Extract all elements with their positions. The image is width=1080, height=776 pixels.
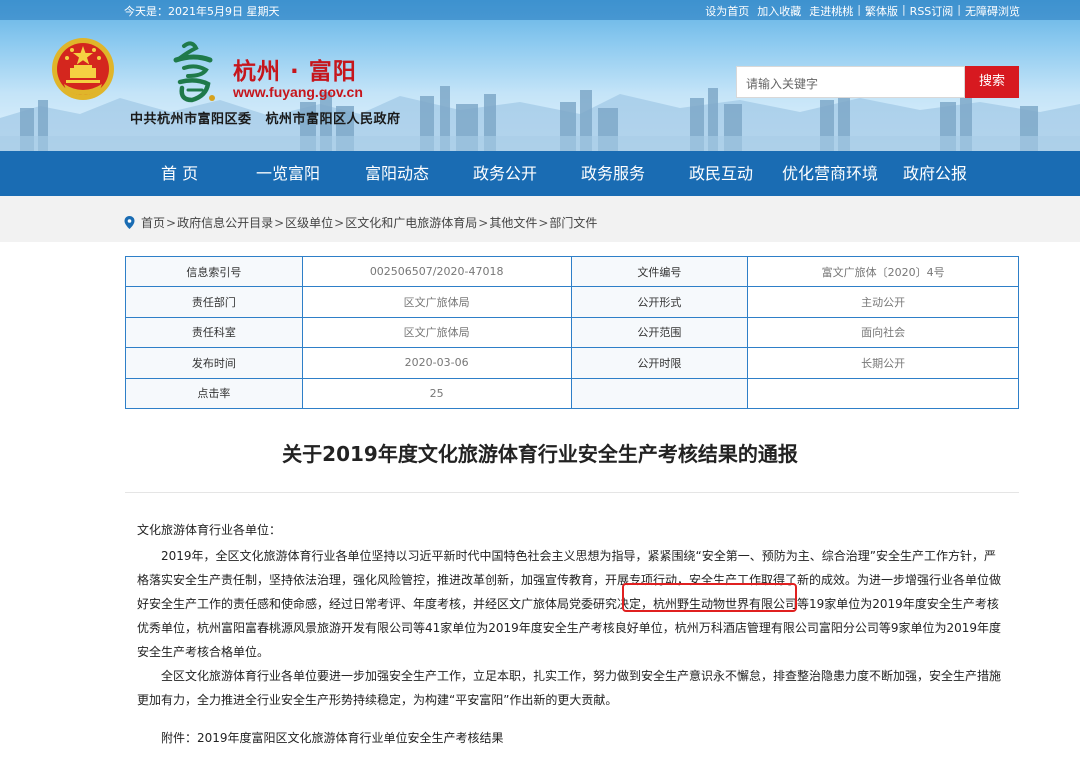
location-pin-icon bbox=[124, 216, 135, 229]
info-value: 2020-03-06 bbox=[302, 348, 571, 378]
title-divider bbox=[125, 492, 1019, 493]
mascot-link[interactable]: 走进桃桃 bbox=[809, 3, 853, 19]
info-key: 公开范围 bbox=[571, 317, 748, 347]
breadcrumb-home[interactable]: 首页 bbox=[141, 214, 165, 231]
info-value: 长期公开 bbox=[748, 348, 1019, 378]
breadcrumb-info-catalog[interactable]: 政府信息公开目录 bbox=[177, 214, 273, 231]
nav-news[interactable]: 富阳动态 bbox=[365, 151, 429, 196]
nav-interaction[interactable]: 政民互动 bbox=[689, 151, 753, 196]
table-row: 信息索引号 002506507/2020-47018 文件编号 富文广旅体〔20… bbox=[126, 257, 1019, 287]
breadcrumb-other-files[interactable]: 其他文件 bbox=[489, 214, 537, 231]
breadcrumb-bar: 首页 > 政府信息公开目录 > 区级单位 > 区文化和广电旅游体育局 > 其他文… bbox=[0, 196, 1080, 242]
info-key: 公开时限 bbox=[571, 348, 748, 378]
table-row: 点击率 25 bbox=[126, 378, 1019, 408]
salutation: 文化旅游体育行业各单位： bbox=[137, 518, 1007, 542]
info-key: 文件编号 bbox=[571, 257, 748, 287]
party-committee-name: 中共杭州市富阳区委 bbox=[130, 112, 252, 127]
breadcrumb-culture-bureau[interactable]: 区文化和广电旅游体育局 bbox=[345, 214, 477, 231]
add-favorite-link[interactable]: 加入收藏 bbox=[757, 3, 801, 19]
site-url: www.fuyang.gov.cn bbox=[233, 84, 363, 100]
national-emblem-icon bbox=[50, 36, 116, 102]
nav-overview[interactable]: 一览富阳 bbox=[256, 151, 320, 196]
info-value bbox=[748, 378, 1019, 408]
document-body: 文化旅游体育行业各单位： 2019年，全区文化旅游体育行业各单位坚持以习近平新时… bbox=[137, 518, 1007, 712]
info-value: 区文广旅体局 bbox=[302, 317, 571, 347]
current-date: 今天是：2021年5月9日 星期天 bbox=[124, 3, 280, 19]
government-name: 中共杭州市富阳区委杭州市富阳区人民政府 bbox=[130, 108, 401, 127]
fuyang-calligraphy-logo bbox=[166, 38, 224, 108]
accessibility-link[interactable]: 无障碍浏览 bbox=[965, 3, 1020, 19]
paragraph-2: 全区文化旅游体育行业各单位要进一步加强安全生产工作，立足本职，扎实工作，努力做到… bbox=[137, 664, 1007, 712]
info-value: 面向社会 bbox=[748, 317, 1019, 347]
breadcrumb-dept-files[interactable]: 部门文件 bbox=[549, 214, 597, 231]
document-title: 关于2019年度文化旅游体育行业安全生产考核结果的通报 bbox=[0, 438, 1080, 467]
table-row: 责任科室 区文广旅体局 公开范围 面向社会 bbox=[126, 317, 1019, 347]
info-value: 主动公开 bbox=[748, 287, 1019, 317]
search-button[interactable]: 搜索 bbox=[965, 66, 1019, 98]
nav-business-environment[interactable]: 优化营商环境 bbox=[782, 151, 878, 196]
table-row: 发布时间 2020-03-06 公开时限 长期公开 bbox=[126, 348, 1019, 378]
nav-gazette[interactable]: 政府公报 bbox=[903, 151, 967, 196]
table-row: 责任部门 区文广旅体局 公开形式 主动公开 bbox=[126, 287, 1019, 317]
info-key: 公开形式 bbox=[571, 287, 748, 317]
site-header: 今天是：2021年5月9日 星期天 设为首页 加入收藏 走进桃桃 | 繁体版 |… bbox=[0, 0, 1080, 151]
info-value: 富文广旅体〔2020〕4号 bbox=[748, 257, 1019, 287]
search-input[interactable]: 请输入关键字 bbox=[736, 66, 965, 98]
info-value: 002506507/2020-47018 bbox=[302, 257, 571, 287]
red-highlight-annotation bbox=[622, 583, 797, 612]
paragraph-1: 2019年，全区文化旅游体育行业各单位坚持以习近平新时代中国特色社会主义思想为指… bbox=[137, 544, 1007, 664]
info-value: 区文广旅体局 bbox=[302, 287, 571, 317]
document-info-table: 信息索引号 002506507/2020-47018 文件编号 富文广旅体〔20… bbox=[125, 256, 1019, 409]
top-links: 设为首页 加入收藏 走进桃桃 | 繁体版 | RSS订阅 | 无障碍浏览 bbox=[705, 3, 1020, 19]
set-homepage-link[interactable]: 设为首页 bbox=[705, 3, 749, 19]
nav-home[interactable]: 首 页 bbox=[161, 151, 198, 196]
attachment-link[interactable]: 附件：2019年度富阳区文化旅游体育行业单位安全生产考核结果 bbox=[161, 729, 504, 746]
info-key: 点击率 bbox=[126, 378, 303, 408]
info-key bbox=[571, 378, 748, 408]
rss-link[interactable]: RSS订阅 bbox=[910, 3, 954, 19]
traditional-chinese-link[interactable]: 繁体版 bbox=[865, 3, 898, 19]
info-key: 信息索引号 bbox=[126, 257, 303, 287]
district-government-name: 杭州市富阳区人民政府 bbox=[266, 112, 401, 127]
info-key: 责任科室 bbox=[126, 317, 303, 347]
site-name: 杭州 · 富阳 bbox=[233, 52, 357, 86]
breadcrumb: 首页 > 政府信息公开目录 > 区级单位 > 区文化和广电旅游体育局 > 其他文… bbox=[124, 214, 597, 231]
info-key: 责任部门 bbox=[126, 287, 303, 317]
info-key: 发布时间 bbox=[126, 348, 303, 378]
breadcrumb-district-units[interactable]: 区级单位 bbox=[285, 214, 333, 231]
info-value: 25 bbox=[302, 378, 571, 408]
nav-gov-affairs-open[interactable]: 政务公开 bbox=[473, 151, 537, 196]
nav-gov-services[interactable]: 政务服务 bbox=[581, 151, 645, 196]
main-nav: 首 页 一览富阳 富阳动态 政务公开 政务服务 政民互动 优化营商环境 政府公报 bbox=[0, 151, 1080, 196]
